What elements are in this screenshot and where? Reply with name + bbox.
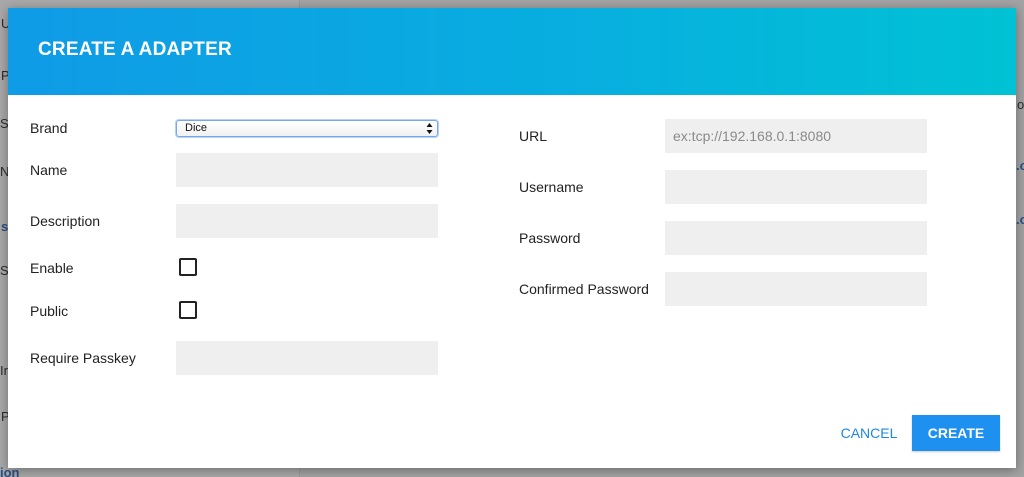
url-input[interactable] [665, 119, 927, 153]
confirmed-password-input[interactable] [665, 272, 927, 306]
brand-select[interactable]: Dice [176, 120, 438, 137]
dialog-header: CREATE A ADAPTER [8, 8, 1016, 95]
description-label: Description [30, 213, 101, 229]
enable-checkbox[interactable] [179, 258, 197, 276]
username-label: Username [519, 179, 584, 195]
description-input[interactable] [176, 204, 438, 238]
dialog-title: CREATE A ADAPTER [38, 39, 232, 60]
background-link: .o [1016, 158, 1024, 173]
require-passkey-label: Require Passkey [30, 350, 136, 366]
brand-select-value: Dice [185, 122, 208, 134]
confirmed-password-label: Confirmed Password [519, 281, 649, 297]
enable-label: Enable [30, 260, 74, 276]
public-checkbox[interactable] [179, 301, 197, 319]
name-input[interactable] [176, 153, 438, 187]
public-label: Public [30, 303, 69, 319]
background-text: o [1017, 97, 1024, 112]
name-label: Name [30, 162, 68, 178]
password-input[interactable] [665, 221, 927, 255]
background-text: Ir [0, 363, 8, 378]
password-label: Password [519, 230, 581, 246]
url-label: URL [519, 128, 548, 144]
create-button[interactable]: CREATE [912, 415, 1000, 451]
cancel-button[interactable]: CANCEL [830, 415, 908, 451]
background-link: .o [1016, 212, 1024, 227]
brand-label: Brand [30, 120, 68, 136]
select-arrows-icon [426, 123, 433, 134]
username-input[interactable] [665, 170, 927, 204]
create-adapter-dialog: CREATE A ADAPTER Brand Dice Name Descrip… [8, 8, 1016, 468]
require-passkey-input[interactable] [176, 341, 438, 375]
